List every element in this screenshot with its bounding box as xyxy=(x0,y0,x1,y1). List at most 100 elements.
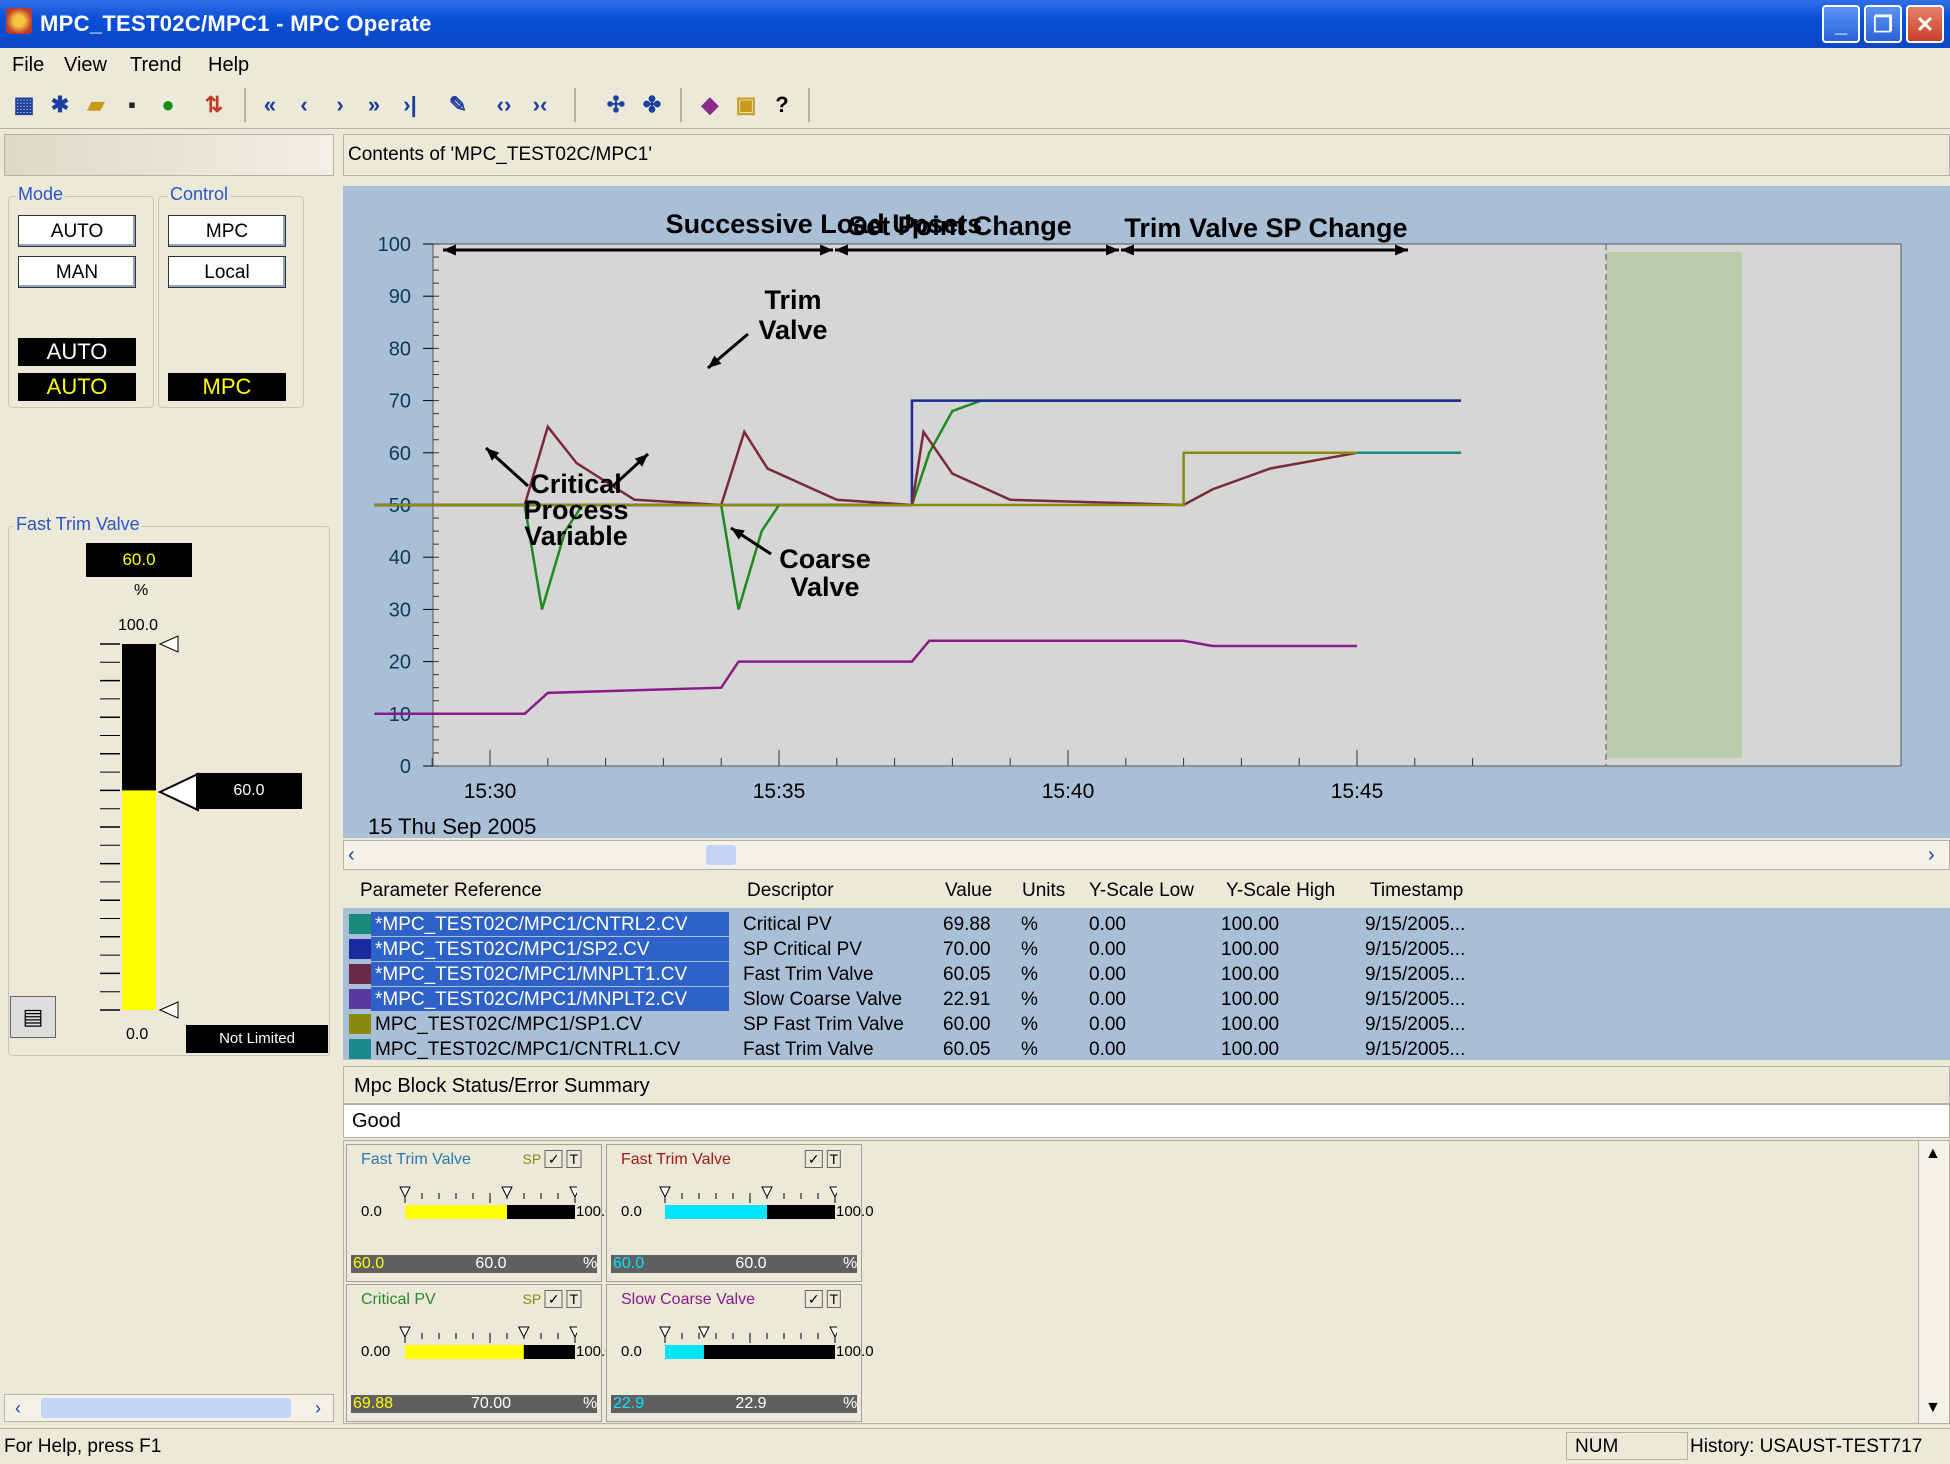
cell-value: 70.00 xyxy=(943,939,991,960)
books-icon[interactable]: ◆ xyxy=(696,91,724,119)
scroll-thumb[interactable] xyxy=(41,1398,291,1418)
faceplate-unit: % xyxy=(843,1395,858,1412)
chart-scroll-left-icon[interactable]: ‹ xyxy=(348,844,355,867)
col-timestamp[interactable]: Timestamp xyxy=(1370,880,1463,902)
annotation-trim-sp-change: Trim Valve SP Change xyxy=(1124,213,1407,243)
faceplate-trend-icon[interactable]: T xyxy=(826,1290,841,1308)
table-row[interactable]: *MPC_TEST02C/MPC1/MNPLT2.CV Slow Coarse V… xyxy=(343,987,1950,1012)
cell-units: % xyxy=(1021,914,1038,935)
cell-value: 60.05 xyxy=(943,1039,991,1060)
next-icon[interactable]: › xyxy=(326,91,354,119)
minimize-button[interactable]: _ xyxy=(1822,5,1860,43)
faceplate-check-icon[interactable]: ✓ xyxy=(804,1290,823,1308)
scale-icon[interactable]: ⇅ xyxy=(200,91,228,119)
faceplate-icon[interactable]: ▣ xyxy=(732,91,760,119)
col-y-scale-low[interactable]: Y-Scale Low xyxy=(1089,880,1194,902)
cell-high: 100.00 xyxy=(1221,914,1280,935)
chart-horizontal-scrollbar[interactable]: ‹ › xyxy=(343,840,1950,870)
table-row[interactable]: *MPC_TEST02C/MPC1/CNTRL2.CV Critical PV 69… xyxy=(343,912,1950,937)
faceplate-trend-icon[interactable]: T xyxy=(826,1150,841,1168)
y-tick-label: 90 xyxy=(389,286,411,308)
menu-view[interactable]: View xyxy=(64,54,107,77)
series-color-swatch xyxy=(349,939,371,959)
table-row[interactable]: MPC_TEST02C/MPC1/CNTRL1.CV Fast Trim Valv… xyxy=(343,1037,1950,1062)
col-y-scale-high[interactable]: Y-Scale High xyxy=(1226,880,1335,902)
y-tick-label: 60 xyxy=(389,443,411,465)
auto-button[interactable]: AUTO xyxy=(18,215,136,247)
save-icon[interactable]: ▪ xyxy=(118,91,146,119)
faceplate-sp-marker-icon xyxy=(761,1186,773,1199)
faceplate-lo-marker-icon xyxy=(659,1186,671,1199)
scroll-left-icon[interactable]: ‹ xyxy=(7,1397,29,1419)
last-page-icon[interactable]: » xyxy=(360,91,388,119)
open-folder-icon[interactable]: ▰ xyxy=(82,91,110,119)
series-color-swatch xyxy=(349,914,371,934)
menu-trend[interactable]: Trend xyxy=(130,54,182,77)
faceplate-bar-fill xyxy=(665,1345,704,1359)
faceplate-unit: % xyxy=(843,1255,858,1272)
context-help-icon[interactable]: ? xyxy=(768,91,796,119)
col-descriptor[interactable]: Descriptor xyxy=(747,880,834,902)
faceplate-check-icon[interactable]: ✓ xyxy=(544,1150,563,1168)
chart-scroll-right-icon[interactable]: › xyxy=(1928,844,1935,867)
trend-edit-icon[interactable]: ✎ xyxy=(444,91,472,119)
calendar-icon[interactable]: ▦ xyxy=(10,91,38,119)
faceplate-low: 0.0 xyxy=(361,1203,382,1220)
x-tick-label: 15:30 xyxy=(464,780,517,803)
previous-icon[interactable]: ‹ xyxy=(290,91,318,119)
local-button[interactable]: Local xyxy=(168,256,286,288)
man-button[interactable]: MAN xyxy=(18,256,136,288)
faceplate-low: 0.0 xyxy=(621,1203,642,1220)
app-icon[interactable] xyxy=(6,8,32,34)
table-row[interactable]: *MPC_TEST02C/MPC1/SP2.CV SP Critical PV 70… xyxy=(343,937,1950,962)
close-button[interactable]: ✕ xyxy=(1906,5,1944,43)
status-bar: For Help, press F1 NUM History: USAUST-T… xyxy=(0,1428,1950,1464)
faceplate-2[interactable]: Critical PV SP ✓ T 0.00 100.00 69.88 70.… xyxy=(346,1284,622,1422)
table-row[interactable]: *MPC_TEST02C/MPC1/MNPLT1.CV Fast Trim Val… xyxy=(343,962,1950,987)
table-row[interactable]: MPC_TEST02C/MPC1/SP1.CV SP Fast Trim Valv… xyxy=(343,1012,1950,1037)
scroll-right-icon[interactable]: › xyxy=(307,1397,329,1419)
faceplate-0[interactable]: Fast Trim Valve SP ✓ T 0.0 100.0 60.0 60… xyxy=(346,1144,614,1282)
date-label: 15 Thu Sep 2005 xyxy=(368,814,536,838)
cell-units: % xyxy=(1021,964,1038,985)
end-icon[interactable]: ›| xyxy=(396,91,424,119)
col-value[interactable]: Value xyxy=(945,880,992,902)
faceplate-sp-marker-icon xyxy=(698,1326,710,1339)
cell-ts: 9/15/2005... xyxy=(1365,989,1466,1010)
search-icon[interactable]: ● xyxy=(154,91,182,119)
block-status-header: Mpc Block Status/Error Summary xyxy=(343,1066,1950,1104)
first-page-icon[interactable]: « xyxy=(256,91,284,119)
faceplate-trend-icon[interactable]: T xyxy=(566,1150,581,1168)
menu-help[interactable]: Help xyxy=(208,54,249,77)
faceplate-3[interactable]: Slow Coarse Valve ✓ T 0.0 100.0 22.9 22.… xyxy=(606,1284,874,1422)
new-icon[interactable]: ✱ xyxy=(46,91,74,119)
faceplate-vertical-scrollbar[interactable]: ▲ ▼ xyxy=(1918,1140,1950,1424)
faceplate-check-icon[interactable]: ✓ xyxy=(544,1290,563,1308)
faceplate-pv-value: 60.0 xyxy=(613,1255,645,1272)
zoom-out-icon[interactable]: ✤ xyxy=(638,91,666,119)
col-units[interactable]: Units xyxy=(1022,880,1065,902)
expand-icon[interactable]: ‹› xyxy=(490,91,518,119)
cell-desc: SP Critical PV xyxy=(743,939,862,960)
faceplate-check-icon[interactable]: ✓ xyxy=(804,1150,823,1168)
scroll-down-icon[interactable]: ▼ xyxy=(1925,1399,1941,1417)
contents-label: Contents of 'MPC_TEST02C/MPC1' xyxy=(348,144,652,165)
bar-fill xyxy=(122,790,156,1010)
block-status-value: Good xyxy=(352,1110,401,1132)
compress-icon[interactable]: ›‹ xyxy=(526,91,554,119)
cell-ref: MPC_TEST02C/MPC1/CNTRL1.CV xyxy=(375,1039,681,1060)
scroll-up-icon[interactable]: ▲ xyxy=(1925,1145,1941,1163)
menu-file[interactable]: File xyxy=(12,54,44,77)
col-parameter-reference[interactable]: Parameter Reference xyxy=(360,880,542,902)
faceplate-trend-icon[interactable]: T xyxy=(566,1290,581,1308)
y-tick-label: 80 xyxy=(389,338,411,360)
cell-ts: 9/15/2005... xyxy=(1365,964,1466,985)
left-horizontal-scrollbar[interactable]: ‹ › xyxy=(4,1394,334,1422)
detail-view-icon[interactable]: ▤ xyxy=(10,996,56,1038)
help-hint: For Help, press F1 xyxy=(4,1436,162,1457)
chart-scroll-thumb[interactable] xyxy=(706,845,736,865)
faceplate-1[interactable]: Fast Trim Valve ✓ T 0.0 100.0 60.0 60.0 … xyxy=(606,1144,874,1282)
mpc-button[interactable]: MPC xyxy=(168,215,286,247)
zoom-in-icon[interactable]: ✣ xyxy=(602,91,630,119)
maximize-button[interactable]: ❐ xyxy=(1864,5,1902,43)
